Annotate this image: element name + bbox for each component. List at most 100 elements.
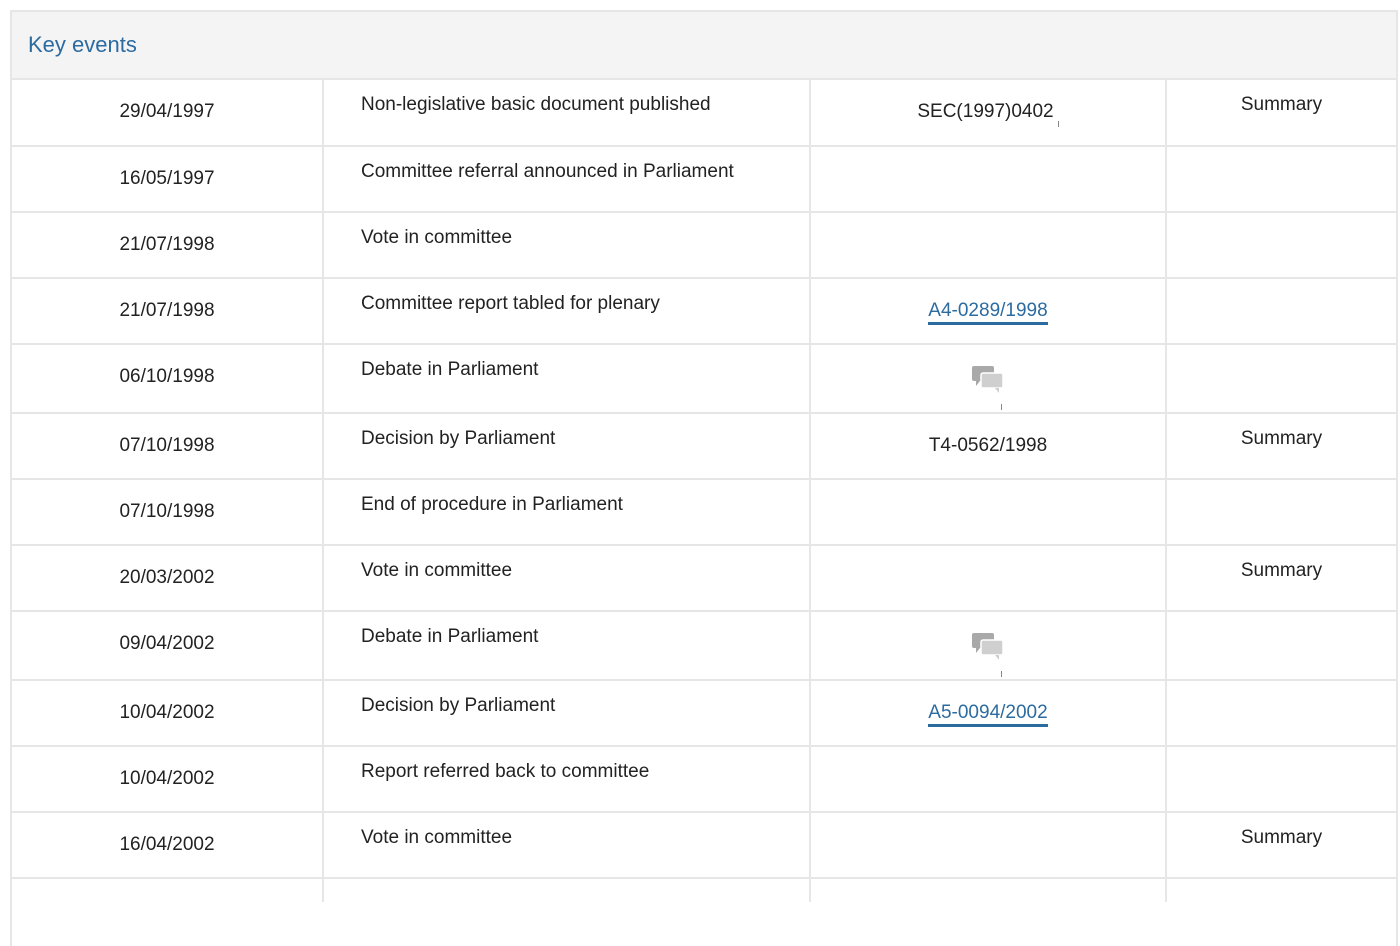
event-name-cell: Vote in committee — [323, 545, 811, 612]
event-date-cell: 29/04/1997 — [12, 80, 324, 147]
event-name: Decision by Parliament — [361, 428, 556, 449]
event-name-cell: Report referred back to committee — [323, 746, 811, 813]
event-date-cell: 16/04/2002 — [12, 812, 324, 879]
event-date: 10/04/2002 — [119, 702, 215, 723]
event-date-cell: 09/04/2002 — [12, 611, 324, 681]
event-name-cell: Decision by Parliament — [323, 413, 811, 480]
table-row: 10/04/2002 Report referred back to commi… — [12, 746, 1396, 813]
event-name-cell: Debate in Parliament — [323, 344, 811, 414]
event-name: Committee referral announced in Parliame… — [361, 161, 734, 182]
table-row: 10/04/2002 Decision by Parliament A5-009… — [12, 680, 1396, 747]
document-reference-link[interactable]: A4-0289/1998 — [928, 300, 1048, 325]
event-reference-cell — [810, 479, 1167, 546]
event-date-cell: 21/07/1998 — [12, 212, 324, 279]
event-name: End of procedure in Parliament — [361, 494, 623, 515]
event-reference-cell — [810, 812, 1167, 879]
event-date-cell: 10/04/2002 — [12, 680, 324, 747]
event-date-cell: 20/03/2002 — [12, 545, 324, 612]
event-summary-cell — [1166, 746, 1396, 813]
event-date-cell: 16/05/1997 — [12, 146, 324, 213]
table-row: 09/04/2002 Debate in Parliament — [12, 611, 1396, 681]
event-summary-cell — [1166, 212, 1396, 279]
event-date: 16/04/2002 — [119, 834, 215, 855]
event-date: 07/10/1998 — [119, 501, 215, 522]
event-reference-cell: SEC(1997)0402 — [810, 80, 1167, 147]
event-name-cell: Non-legislative basic document published — [323, 80, 811, 147]
table-row: 07/10/1998 Decision by Parliament T4-056… — [12, 413, 1396, 480]
event-name: Debate in Parliament — [361, 359, 539, 380]
event-date: 20/03/2002 — [119, 567, 215, 588]
event-name-cell: Committee report tabled for plenary — [323, 278, 811, 345]
key-events-table-body: 29/04/1997 Non-legislative basic documen… — [12, 80, 1396, 902]
event-summary-cell: Summary — [1166, 413, 1396, 480]
event-date: 21/07/1998 — [119, 234, 215, 255]
empty-cell — [810, 878, 1167, 902]
event-name-cell: Debate in Parliament — [323, 611, 811, 681]
event-name-cell: Vote in committee — [323, 812, 811, 879]
event-summary-cell — [1166, 146, 1396, 213]
event-summary-cell — [1166, 278, 1396, 345]
event-name-cell: Decision by Parliament — [323, 680, 811, 747]
event-reference-cell — [810, 212, 1167, 279]
event-reference-cell: T4-0562/1998 — [810, 413, 1167, 480]
key-events-panel: Key events 29/04/1997 Non-legislative ba… — [10, 10, 1398, 946]
event-reference-cell — [810, 746, 1167, 813]
event-reference-cell: A4-0289/1998 — [810, 278, 1167, 345]
event-name: Debate in Parliament — [361, 626, 539, 647]
event-summary-cell — [1166, 611, 1396, 681]
reference-marker — [1001, 671, 1002, 677]
event-summary-cell: Summary — [1166, 80, 1396, 147]
event-date: 21/07/1998 — [119, 300, 215, 321]
table-row: 16/04/2002 Vote in committee Summary — [12, 812, 1396, 879]
summary-link[interactable]: Summary — [1241, 94, 1322, 115]
table-row: 16/05/1997 Committee referral announced … — [12, 146, 1396, 213]
event-name: Decision by Parliament — [361, 695, 556, 716]
empty-cell — [1166, 878, 1396, 902]
table-row: 07/10/1998 End of procedure in Parliamen… — [12, 479, 1396, 546]
event-name: Vote in committee — [361, 227, 513, 248]
table-row-partial — [12, 878, 1396, 902]
event-summary-cell — [1166, 680, 1396, 747]
event-date: 06/10/1998 — [119, 366, 215, 387]
event-summary-cell: Summary — [1166, 812, 1396, 879]
event-name-cell: End of procedure in Parliament — [323, 479, 811, 546]
event-summary-cell — [1166, 479, 1396, 546]
event-name: Report referred back to committee — [361, 761, 650, 782]
event-date: 09/04/2002 — [119, 633, 215, 654]
document-reference-link[interactable]: A5-0094/2002 — [928, 702, 1048, 727]
table-row: 21/07/1998 Vote in committee — [12, 212, 1396, 279]
debate-speech-bubbles-icon[interactable] — [968, 362, 1008, 410]
event-name-cell: Committee referral announced in Parliame… — [323, 146, 811, 213]
event-date-cell: 21/07/1998 — [12, 278, 324, 345]
event-reference-cell — [810, 611, 1167, 681]
document-reference: T4-0562/1998 — [928, 435, 1048, 456]
event-date: 07/10/1998 — [119, 435, 215, 456]
summary-link[interactable]: Summary — [1241, 827, 1322, 848]
event-date-cell: 10/04/2002 — [12, 746, 324, 813]
event-date-cell: 07/10/1998 — [12, 479, 324, 546]
event-date-cell: 07/10/1998 — [12, 413, 324, 480]
summary-link[interactable]: Summary — [1241, 560, 1322, 581]
event-name: Committee report tabled for plenary — [361, 293, 660, 314]
table-row: 29/04/1997 Non-legislative basic documen… — [12, 80, 1396, 147]
reference-marker — [1057, 121, 1059, 127]
summary-link[interactable]: Summary — [1241, 428, 1322, 449]
table-row: 06/10/1998 Debate in Parliament — [12, 344, 1396, 414]
event-name: Vote in committee — [361, 560, 513, 581]
event-name: Non-legislative basic document published — [361, 94, 711, 115]
event-reference-cell — [810, 545, 1167, 612]
event-name: Vote in committee — [361, 827, 513, 848]
table-row: 20/03/2002 Vote in committee Summary — [12, 545, 1396, 612]
event-reference-cell — [810, 146, 1167, 213]
debate-speech-bubbles-icon[interactable] — [968, 629, 1008, 677]
empty-cell — [12, 878, 324, 902]
event-date: 10/04/2002 — [119, 768, 215, 789]
event-summary-cell: Summary — [1166, 545, 1396, 612]
document-reference: SEC(1997)0402 — [917, 101, 1054, 122]
reference-marker — [1001, 404, 1002, 410]
panel-title: Key events — [28, 32, 137, 57]
event-reference-cell — [810, 344, 1167, 414]
panel-header[interactable]: Key events — [12, 12, 1396, 80]
event-date: 29/04/1997 — [119, 101, 215, 122]
event-summary-cell — [1166, 344, 1396, 414]
